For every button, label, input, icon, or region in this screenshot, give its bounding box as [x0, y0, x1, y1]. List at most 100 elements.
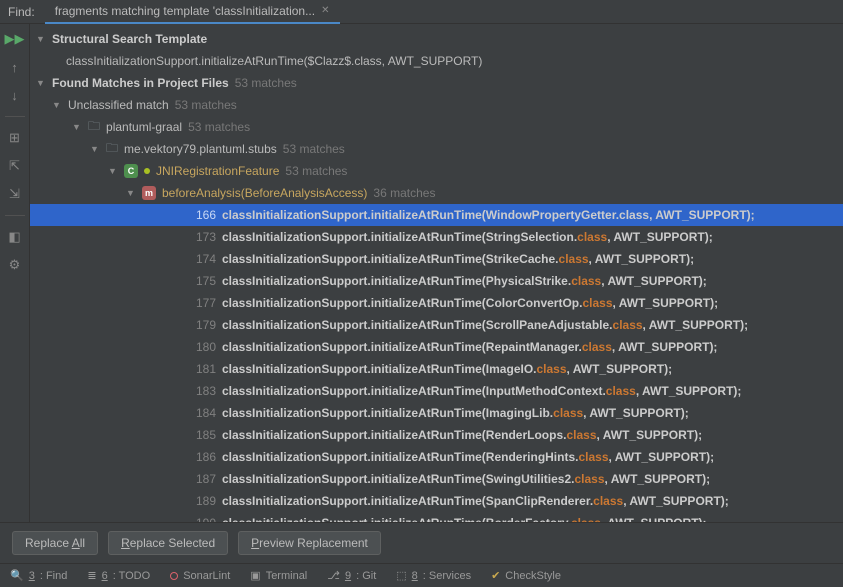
sonar-icon: [170, 572, 178, 580]
project-row[interactable]: ▼ 🗀 plantuml-graal 53 matches: [30, 116, 843, 138]
branch-icon: ⎇: [327, 569, 340, 582]
match-code: classInitializationSupport.initializeAtR…: [222, 340, 717, 354]
line-number: 181: [190, 362, 216, 376]
match-code: classInitializationSupport.initializeAtR…: [222, 230, 713, 244]
chevron-down-icon[interactable]: ▼: [36, 34, 48, 44]
status-services[interactable]: ⬚8: Services: [386, 569, 481, 582]
list-icon: ≣: [87, 569, 96, 582]
status-find[interactable]: 🔍3: Find: [0, 569, 77, 582]
line-number: 183: [190, 384, 216, 398]
status-git[interactable]: ⎇9: Git: [317, 569, 386, 582]
match-code: classInitializationSupport.initializeAtR…: [222, 450, 714, 464]
line-number: 174: [190, 252, 216, 266]
arrow-down-icon[interactable]: ↓: [6, 86, 24, 104]
chevron-down-icon[interactable]: ▼: [72, 122, 84, 132]
rerun-icon[interactable]: ▶▶: [6, 30, 24, 48]
tab-label: fragments matching template 'classInitia…: [55, 4, 315, 18]
method-name: beforeAnalysis(BeforeAnalysisAccess): [162, 186, 367, 200]
chevron-down-icon[interactable]: ▼: [90, 144, 102, 154]
match-row[interactable]: 179 classInitializationSupport.initialize…: [30, 314, 843, 336]
arrow-up-icon[interactable]: ↑: [6, 58, 24, 76]
match-row[interactable]: 177classInitializationSupport.initialize…: [30, 292, 843, 314]
match-code: classInitializationSupport.initializeAtR…: [222, 252, 694, 266]
template-text-row[interactable]: classInitializationSupport.initializeAtR…: [30, 50, 843, 72]
match-code: classInitializationSupport.initializeAtR…: [222, 428, 702, 442]
replace-selected-button[interactable]: Replace Selected: [108, 531, 228, 555]
find-top-bar: Find: fragments matching template 'class…: [0, 0, 843, 24]
chevron-down-icon[interactable]: ▼: [108, 166, 120, 176]
side-toolbar: ▶▶ ↑ ↓ ⊞ ⇱ ⇲ ◧ ⚙: [0, 24, 30, 522]
checkstyle-icon: ✔: [491, 569, 500, 582]
line-number: 184: [190, 406, 216, 420]
package-icon: 🗀: [106, 139, 118, 160]
folder-icon: 🗀: [88, 117, 100, 138]
status-sonarlint[interactable]: SonarLint: [160, 570, 240, 582]
match-row[interactable]: 187classInitializationSupport.initialize…: [30, 468, 843, 490]
match-code: classInitializationSupport.initializeAtR…: [222, 208, 755, 222]
gear-icon[interactable]: ⚙: [6, 256, 24, 274]
match-code: classInitializationSupport.initializeAtR…: [222, 406, 689, 420]
match-row[interactable]: 174 classInitializationSupport.initialize…: [30, 248, 843, 270]
close-tab-icon[interactable]: ✕: [321, 5, 329, 16]
method-row[interactable]: ▼ m beforeAnalysis(BeforeAnalysisAccess)…: [30, 182, 843, 204]
unclassified-count: 53 matches: [175, 98, 237, 112]
line-number: 179: [190, 318, 216, 332]
match-row[interactable]: 184 classInitializationSupport.initialize…: [30, 402, 843, 424]
bottom-button-bar: Replace All Replace Selected Preview Rep…: [0, 522, 843, 563]
status-terminal[interactable]: ▣Terminal: [240, 569, 317, 582]
match-row[interactable]: 189classInitializationSupport.initialize…: [30, 490, 843, 512]
match-row[interactable]: 183 classInitializationSupport.initialize…: [30, 380, 843, 402]
match-code: classInitializationSupport.initializeAtR…: [222, 362, 672, 376]
line-number: 175: [190, 274, 216, 288]
match-code: classInitializationSupport.initializeAtR…: [222, 384, 741, 398]
unclassified-row[interactable]: ▼ Unclassified match 53 matches: [30, 94, 843, 116]
find-label: Find:: [8, 5, 35, 19]
class-name: JNIRegistrationFeature: [156, 164, 279, 178]
match-code: classInitializationSupport.initializeAtR…: [222, 318, 748, 332]
expand-all-icon[interactable]: ⇱: [6, 157, 24, 175]
status-bar: 🔍3: Find ≣6: TODO SonarLint ▣Terminal ⎇9…: [0, 563, 843, 587]
line-number: 173: [190, 230, 216, 244]
match-row[interactable]: 166 classInitializationSupport.initialize…: [30, 204, 843, 226]
package-row[interactable]: ▼ 🗀 me.vektory79.plantuml.stubs 53 match…: [30, 138, 843, 160]
terminal-icon: ▣: [250, 569, 260, 582]
template-header-row[interactable]: ▼ Structural Search Template: [30, 28, 843, 50]
preview-replacement-button[interactable]: Preview Replacement: [238, 531, 381, 555]
class-count: 53 matches: [285, 164, 347, 178]
implements-icon: [144, 168, 150, 174]
method-count: 36 matches: [373, 186, 435, 200]
status-todo[interactable]: ≣6: TODO: [77, 569, 160, 582]
collapse-all-icon[interactable]: ⇲: [6, 185, 24, 203]
match-row[interactable]: 185classInitializationSupport.initialize…: [30, 424, 843, 446]
match-row[interactable]: 175classInitializationSupport.initialize…: [30, 270, 843, 292]
line-number: 177: [190, 296, 216, 310]
match-row[interactable]: 186classInitializationSupport.initialize…: [30, 446, 843, 468]
project-count: 53 matches: [188, 120, 250, 134]
status-checkstyle[interactable]: ✔CheckStyle: [481, 569, 571, 582]
line-number: 166: [190, 208, 216, 222]
match-code: classInitializationSupport.initializeAtR…: [222, 472, 710, 486]
replace-all-button[interactable]: Replace All: [12, 531, 98, 555]
project-name: plantuml-graal: [106, 120, 182, 134]
class-icon: C: [124, 164, 138, 178]
method-icon: m: [142, 186, 156, 200]
results-tree[interactable]: ▼ Structural Search Template classInitia…: [30, 24, 843, 522]
template-text: classInitializationSupport.initializeAtR…: [66, 54, 482, 68]
match-row[interactable]: 190classInitializationSupport.initialize…: [30, 512, 843, 522]
group-icon[interactable]: ⊞: [6, 129, 24, 147]
find-tab[interactable]: fragments matching template 'classInitia…: [45, 0, 340, 24]
line-number: 189: [190, 494, 216, 508]
services-icon: ⬚: [396, 569, 406, 582]
preview-icon[interactable]: ◧: [6, 228, 24, 246]
search-icon: 🔍: [10, 569, 24, 582]
template-header: Structural Search Template: [52, 32, 207, 46]
chevron-down-icon[interactable]: ▼: [126, 188, 138, 198]
match-row[interactable]: 173 classInitializationSupport.initialize…: [30, 226, 843, 248]
chevron-down-icon[interactable]: ▼: [52, 100, 64, 110]
chevron-down-icon[interactable]: ▼: [36, 78, 48, 88]
match-row[interactable]: 181 classInitializationSupport.initialize…: [30, 358, 843, 380]
match-row[interactable]: 180classInitializationSupport.initialize…: [30, 336, 843, 358]
found-header-row[interactable]: ▼ Found Matches in Project Files 53 matc…: [30, 72, 843, 94]
class-row[interactable]: ▼ C JNIRegistrationFeature 53 matches: [30, 160, 843, 182]
package-name: me.vektory79.plantuml.stubs: [124, 142, 277, 156]
